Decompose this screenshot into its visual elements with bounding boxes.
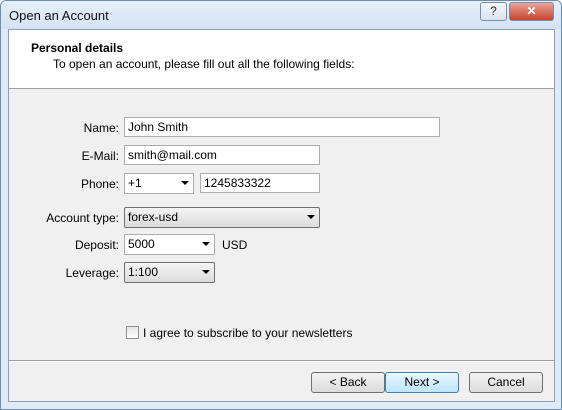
help-button[interactable]: ? xyxy=(480,2,507,21)
phone-code-select[interactable]: +1 xyxy=(124,173,194,194)
deposit-currency: USD xyxy=(222,238,248,252)
chevron-down-icon xyxy=(202,242,210,246)
dialog-body: Personal details To open an account, ple… xyxy=(8,29,555,402)
phone-number-input[interactable]: 1245833322 xyxy=(200,173,320,193)
close-button[interactable]: ✕ xyxy=(509,2,554,21)
open-account-dialog: Open an Account ? ✕ Personal details To … xyxy=(0,0,562,410)
newsletter-label[interactable]: I agree to subscribe to your newsletters xyxy=(143,326,352,340)
deposit-label: Deposit: xyxy=(74,238,119,252)
leverage-select[interactable]: 1:100 xyxy=(124,262,215,283)
window-title: Open an Account xyxy=(9,8,109,23)
name-label: Name: xyxy=(83,121,119,135)
chevron-down-icon xyxy=(202,270,210,274)
title-bar[interactable]: Open an Account ? ✕ xyxy=(1,1,561,29)
cancel-button[interactable]: Cancel xyxy=(469,372,543,393)
name-input[interactable]: John Smith xyxy=(124,117,440,137)
newsletter-checkbox[interactable] xyxy=(126,326,139,339)
page-title: Personal details xyxy=(31,41,124,55)
footer-divider xyxy=(9,360,554,362)
leverage-value: 1:100 xyxy=(128,265,159,279)
email-label: E-Mail: xyxy=(81,149,119,163)
phone-label: Phone: xyxy=(80,177,119,191)
leverage-label: Leverage: xyxy=(65,266,119,280)
deposit-select[interactable]: 5000 xyxy=(124,234,215,255)
page-subtitle: To open an account, please fill out all … xyxy=(53,57,355,71)
next-button[interactable]: Next > xyxy=(385,372,459,393)
email-input[interactable]: smith@mail.com xyxy=(124,145,320,165)
header-panel: Personal details To open an account, ple… xyxy=(9,30,554,89)
chevron-down-icon xyxy=(181,181,189,185)
account-type-select[interactable]: forex-usd xyxy=(124,207,320,228)
account-type-label: Account type: xyxy=(46,211,119,225)
account-type-value: forex-usd xyxy=(128,210,179,224)
back-button[interactable]: < Back xyxy=(311,372,385,393)
deposit-value: 5000 xyxy=(128,237,155,251)
chevron-down-icon xyxy=(307,215,315,219)
phone-code-value: +1 xyxy=(128,176,142,190)
